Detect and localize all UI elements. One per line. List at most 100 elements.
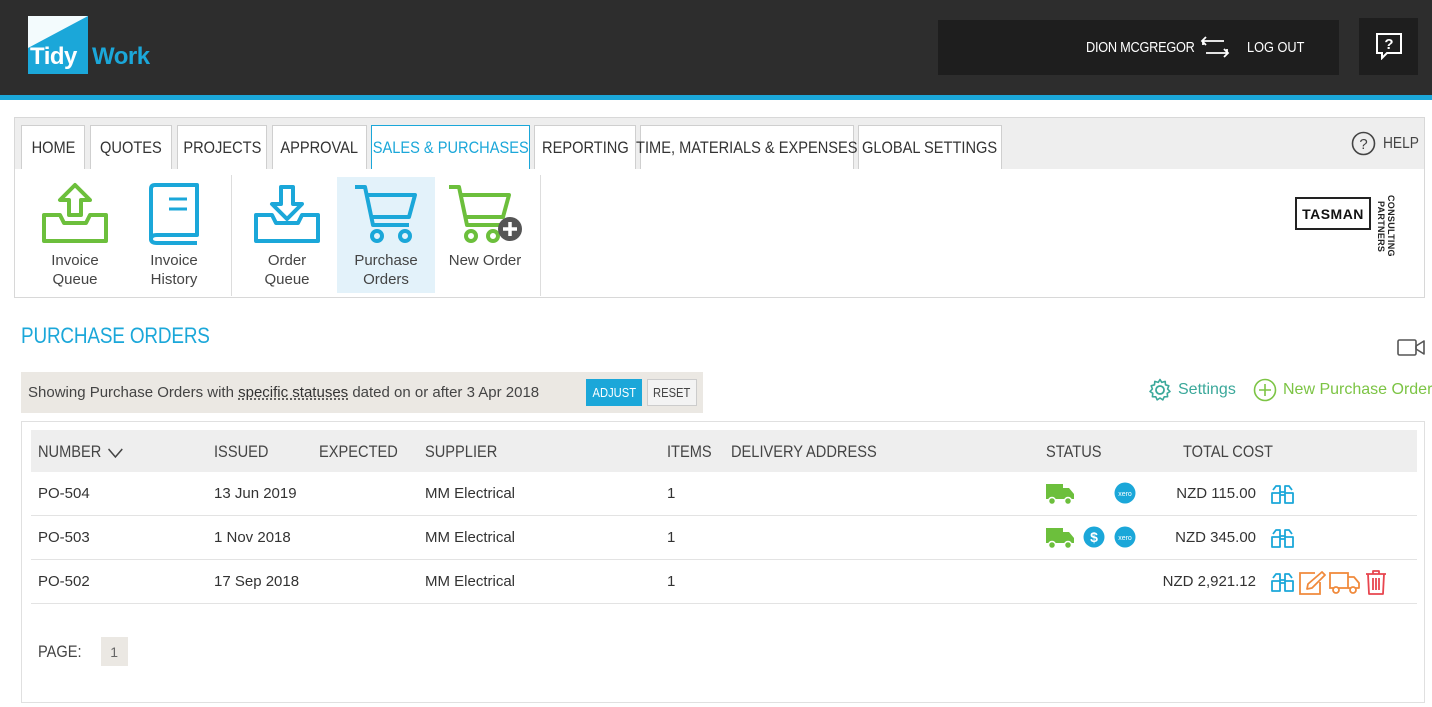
cell-total-cost: NZD 345.00 <box>1175 529 1256 546</box>
trash-icon[interactable] <box>1365 569 1387 595</box>
adjust-label: ADJUST <box>592 385 636 400</box>
navigation-panel: HOME QUOTES PROJECTS APPROVAL SALES & PU… <box>14 117 1425 298</box>
header-total-cost[interactable]: TOTAL COST <box>1183 442 1273 462</box>
cell-items: 1 <box>667 529 676 546</box>
table-row[interactable]: PO-503 1 Nov 2018 MM Electrical 1 $ xero… <box>31 516 1417 560</box>
tab-quotes[interactable]: QUOTES <box>90 125 172 169</box>
logout-link[interactable]: LOG OUT <box>1247 39 1304 56</box>
top-bar: Tidy Work DION MCGREGOR LOG OUT ? <box>0 0 1432 95</box>
tool-label-line1: Invoice <box>51 252 99 269</box>
new-order-button[interactable]: New Order <box>436 177 534 293</box>
binoculars-icon[interactable] <box>1270 484 1295 506</box>
invoice-history-button[interactable]: Invoice History <box>125 177 223 293</box>
company-logo-line2: PARTNERS <box>1376 201 1386 253</box>
tool-label-line1: Invoice <box>150 252 198 269</box>
tab-approval[interactable]: APPROVAL <box>272 125 367 169</box>
tool-label-line2: Queue <box>264 271 310 288</box>
cart-add-icon <box>449 185 522 243</box>
tab-label: PROJECTS <box>183 137 261 157</box>
book-icon <box>149 183 199 245</box>
filter-summary: Showing Purchase Orders with specific st… <box>28 384 539 401</box>
user-panel: DION MCGREGOR LOG OUT <box>938 20 1339 75</box>
tool-label-line2: History <box>150 271 198 288</box>
cell-total-cost: NZD 2,921.12 <box>1162 573 1256 590</box>
filter-suffix: dated on or after 3 Apr 2018 <box>352 384 540 401</box>
delivered-truck-icon <box>1046 528 1074 550</box>
header-supplier[interactable]: SUPPLIER <box>425 442 497 462</box>
reset-button[interactable]: RESET <box>647 379 697 406</box>
binoculars-icon[interactable] <box>1270 528 1295 550</box>
shopping-cart-icon <box>355 185 417 243</box>
toolbar-separator <box>540 175 541 296</box>
settings-label: Settings <box>1178 381 1236 398</box>
header-issued[interactable]: ISSUED <box>214 442 268 462</box>
header-delivery-address[interactable]: DELIVERY ADDRESS <box>731 442 877 462</box>
header-expected[interactable]: EXPECTED <box>319 442 398 462</box>
tool-label-line1: New Order <box>448 252 522 269</box>
upload-tray-icon <box>42 183 108 243</box>
chevron-down-icon <box>108 447 124 458</box>
delivered-truck-icon <box>1046 484 1074 506</box>
order-queue-button[interactable]: Order Queue <box>238 177 336 293</box>
purchase-orders-button[interactable]: Purchase Orders <box>337 177 435 293</box>
help-chat-icon: ? <box>1376 33 1402 60</box>
cell-total-cost: NZD 115.00 <box>1176 485 1256 502</box>
table-row[interactable]: PO-502 17 Sep 2018 MM Electrical 1 NZD 2… <box>31 560 1417 604</box>
company-logo: TASMAN CONSULTING PARTNERS <box>1295 195 1396 257</box>
tab-projects[interactable]: PROJECTS <box>177 125 267 169</box>
help-label: HELP <box>1383 134 1419 152</box>
logo-text-work: Work <box>92 43 150 70</box>
swap-arrows-icon[interactable] <box>1200 36 1230 58</box>
filter-bar: Showing Purchase Orders with specific st… <box>21 372 703 413</box>
receive-truck-icon[interactable] <box>1329 571 1361 595</box>
edit-icon[interactable] <box>1298 570 1326 596</box>
plus-circle-icon <box>1253 378 1277 402</box>
svg-text:?: ? <box>1359 136 1367 153</box>
help-button[interactable]: ? <box>1359 18 1418 75</box>
tidywork-logo[interactable]: Tidy Work <box>28 16 153 74</box>
tab-reporting[interactable]: REPORTING <box>534 125 636 169</box>
tab-global-settings[interactable]: GLOBAL SETTINGS <box>858 125 1002 169</box>
tab-strip: HOME QUOTES PROJECTS APPROVAL SALES & PU… <box>15 118 1424 169</box>
cell-issued: 17 Sep 2018 <box>214 573 300 590</box>
tab-label: TIME, MATERIALS & EXPENSES <box>636 137 858 157</box>
header-status[interactable]: STATUS <box>1046 442 1102 462</box>
purchase-orders-table: NUMBER ISSUED EXPECTED SUPPLIER ITEMS DE… <box>21 421 1425 703</box>
filter-status-link[interactable]: specific statuses <box>238 384 348 401</box>
tab-time-materials-expenses[interactable]: TIME, MATERIALS & EXPENSES <box>636 125 858 169</box>
cell-number[interactable]: PO-504 <box>38 485 90 502</box>
tab-home[interactable]: HOME <box>21 125 85 169</box>
cell-items: 1 <box>667 573 676 590</box>
invoice-queue-button[interactable]: Invoice Queue <box>26 177 124 293</box>
svg-text:?: ? <box>1384 36 1393 53</box>
adjust-button[interactable]: ADJUST <box>586 379 642 406</box>
logo-text-tidy: Tidy <box>30 43 77 70</box>
download-tray-icon <box>254 185 320 243</box>
filter-prefix: Showing Purchase Orders with <box>28 384 234 401</box>
tab-sales-purchases[interactable]: SALES & PURCHASES <box>371 125 530 169</box>
tab-label: REPORTING <box>541 137 629 157</box>
svg-text:xero: xero <box>1118 535 1132 542</box>
accent-stripe <box>0 95 1432 100</box>
video-camera-icon[interactable] <box>1397 338 1425 358</box>
header-items[interactable]: ITEMS <box>667 442 712 462</box>
help-link[interactable]: ? HELP <box>1351 131 1425 156</box>
tab-label: GLOBAL SETTINGS <box>862 137 998 157</box>
page-number-button[interactable]: 1 <box>100 637 128 666</box>
table-row[interactable]: PO-504 13 Jun 2019 MM Electrical 1 xero … <box>31 472 1417 516</box>
cell-number[interactable]: PO-502 <box>38 573 90 590</box>
company-logo-line1: CONSULTING <box>1386 195 1396 257</box>
new-purchase-order-link[interactable]: New Purchase Order <box>1253 378 1432 402</box>
settings-link[interactable]: Settings <box>1148 378 1236 402</box>
gear-icon <box>1149 378 1171 401</box>
paid-dollar-icon: $ <box>1083 526 1105 548</box>
header-number[interactable]: NUMBER <box>38 442 124 462</box>
cell-number[interactable]: PO-503 <box>38 529 90 546</box>
tab-label: QUOTES <box>100 137 162 157</box>
tool-label-line2: Queue <box>52 271 98 288</box>
user-name[interactable]: DION MCGREGOR <box>1086 39 1195 56</box>
company-logo-name: TASMAN <box>1295 197 1371 230</box>
toolbar-separator <box>231 175 232 296</box>
binoculars-icon[interactable] <box>1270 572 1295 594</box>
page-title: PURCHASE ORDERS <box>21 323 210 348</box>
